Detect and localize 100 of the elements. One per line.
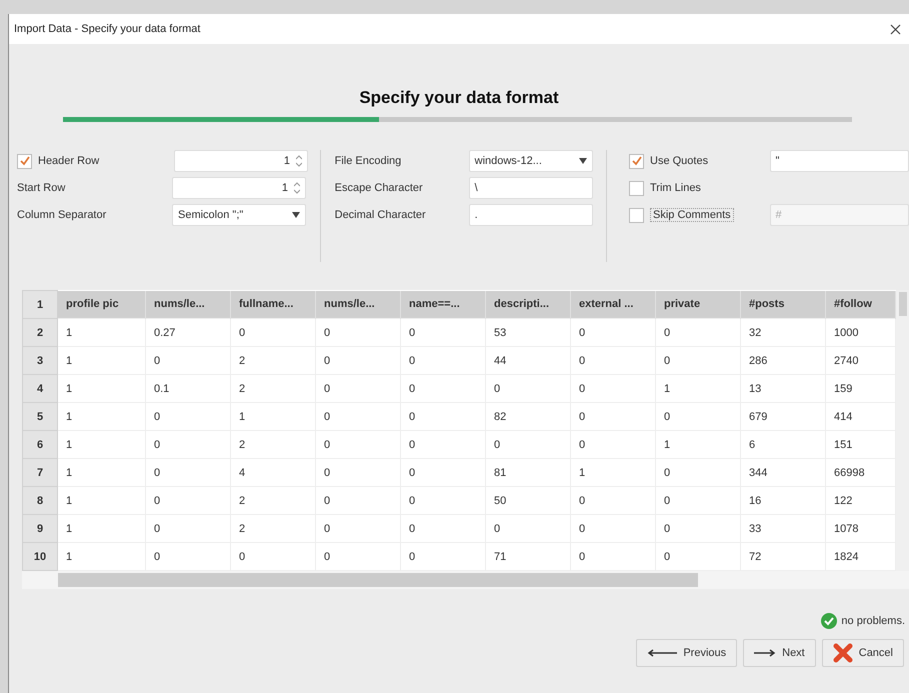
table-cell: 0: [316, 458, 400, 486]
table-cell: 33: [740, 514, 826, 542]
table-cell: 0: [316, 346, 400, 374]
row-number: 9: [22, 514, 58, 542]
cross-icon: [832, 643, 853, 663]
table-cell: 0: [400, 514, 486, 542]
column-header[interactable]: nums/le...: [316, 290, 400, 318]
checkbox[interactable]: [17, 154, 32, 168]
row-number: 8: [22, 486, 58, 514]
previous-button[interactable]: Previous: [636, 639, 738, 667]
table-cell: 0: [570, 374, 656, 402]
spinner-arrows-icon[interactable]: [294, 182, 300, 194]
right-arrow-icon: [754, 649, 776, 657]
text-field[interactable]: ": [770, 150, 909, 172]
table-cell: 81: [486, 458, 570, 486]
table-cell: 2: [230, 430, 316, 458]
checkbox[interactable]: [629, 180, 644, 196]
table-cell: 0: [656, 458, 740, 486]
table-cell: 2: [230, 374, 316, 402]
table-cell: 0: [656, 514, 740, 542]
table-cell: 0: [146, 514, 230, 542]
table-cell: 1: [656, 374, 740, 402]
number-spinner[interactable]: 1: [172, 177, 306, 199]
number-spinner[interactable]: 1: [174, 150, 308, 172]
option-label: File Encoding: [334, 155, 402, 167]
checkmark-icon: [20, 156, 30, 166]
table-cell: 1000: [826, 318, 896, 346]
option-label: Column Separator: [17, 209, 108, 221]
column-header[interactable]: #posts: [740, 290, 826, 318]
table-cell: 0: [400, 430, 486, 458]
option-label: Start Row: [17, 182, 66, 194]
table-cell: 0: [146, 402, 230, 430]
table-cell: 1: [58, 374, 146, 402]
option-label: Trim Lines: [650, 182, 702, 194]
table-cell: 1: [58, 430, 146, 458]
status-message: no problems.: [841, 615, 905, 627]
table-cell: 16: [740, 486, 826, 514]
table-cell: 0: [570, 402, 656, 430]
table-cell: 1: [570, 458, 656, 486]
table-cell: 0: [146, 346, 230, 374]
table-cell: 0: [400, 374, 486, 402]
dropdown[interactable]: windows-12...: [468, 150, 593, 172]
column-header[interactable]: fullname...: [230, 290, 316, 318]
row-number: 10: [22, 542, 58, 570]
table-cell: 1: [58, 486, 146, 514]
column-header[interactable]: #follow: [826, 290, 896, 318]
table-cell: 0: [656, 346, 740, 374]
table-cell: 82: [486, 402, 570, 430]
table-cell: 2: [230, 486, 316, 514]
text-field[interactable]: .: [468, 204, 593, 226]
row-number: 7: [22, 458, 58, 486]
column-header[interactable]: name==...: [400, 290, 486, 318]
table-cell: 0: [570, 486, 656, 514]
table-cell: 0: [316, 430, 400, 458]
window-title: Import Data - Specify your data format: [14, 23, 200, 35]
table-cell: 0: [316, 318, 400, 346]
checkbox[interactable]: [629, 154, 644, 168]
table-cell: 53: [486, 318, 570, 346]
table-cell: 44: [486, 346, 570, 374]
cancel-button[interactable]: Cancel: [822, 639, 904, 667]
column-header[interactable]: descripti...: [486, 290, 570, 318]
next-button[interactable]: Next: [743, 639, 816, 667]
table-cell: 32: [740, 318, 826, 346]
table-cell: 0: [400, 402, 486, 430]
table-cell: 0: [486, 374, 570, 402]
table-cell: 0: [656, 402, 740, 430]
vertical-scrollbar[interactable]: [896, 290, 909, 571]
spinner-arrows-icon[interactable]: [296, 155, 302, 167]
table-cell: 13: [740, 374, 826, 402]
row-number: 4: [22, 374, 58, 402]
dropdown-caret-icon[interactable]: [292, 212, 300, 218]
table-cell: 2: [230, 514, 316, 542]
table-cell: 1: [58, 458, 146, 486]
table-cell: 1: [58, 346, 146, 374]
option-label: Decimal Character: [334, 209, 427, 221]
table-cell: 0: [146, 458, 230, 486]
table-cell: 4: [230, 458, 316, 486]
table-cell: 344: [740, 458, 826, 486]
table-cell: 0: [486, 514, 570, 542]
checkmark-icon: [632, 156, 642, 166]
dropdown-caret-icon[interactable]: [578, 158, 587, 164]
table-cell: 0: [570, 346, 656, 374]
column-header[interactable]: private: [656, 290, 740, 318]
option-label: Use Quotes: [650, 155, 710, 167]
horizontal-scrollbar[interactable]: [22, 571, 909, 589]
table-cell: 0.27: [146, 318, 230, 346]
dropdown[interactable]: Semicolon ";": [172, 204, 306, 226]
option-label: Header Row: [38, 155, 100, 167]
table-cell: 0: [146, 486, 230, 514]
table-cell: 0.1: [146, 374, 230, 402]
table-cell: 0: [316, 374, 400, 402]
column-header[interactable]: profile pic: [58, 290, 146, 318]
column-header[interactable]: nums/le...: [146, 290, 230, 318]
table-cell: 6: [740, 430, 826, 458]
table-cell: 50: [486, 486, 570, 514]
table-cell: 0: [656, 486, 740, 514]
text-field[interactable]: \: [468, 177, 593, 199]
column-header[interactable]: external ...: [570, 290, 656, 318]
table-cell: 0: [400, 318, 486, 346]
table-cell: 0: [400, 486, 486, 514]
